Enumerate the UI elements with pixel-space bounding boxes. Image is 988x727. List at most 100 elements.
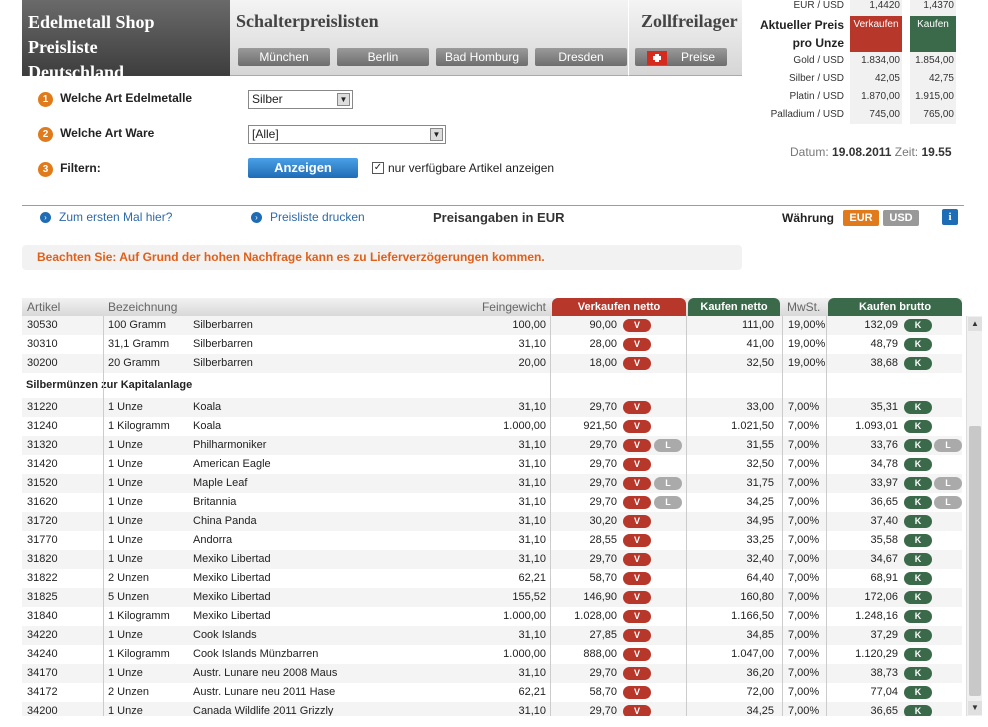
fine-weight: 1.000,00 [503,420,546,432]
buy-k-button[interactable]: K [904,515,932,528]
buy-k-button[interactable]: K [904,553,932,566]
buy-k-button[interactable]: K [904,357,932,370]
buy-price: 1.047,00 [731,648,774,660]
buy-k-button[interactable]: K [904,420,932,433]
buy-k-button[interactable]: K [904,610,932,623]
buy-k-button[interactable]: K [904,534,932,547]
sell-v-button[interactable]: V [623,401,651,414]
fine-weight: 20,00 [518,357,546,369]
city-button-bad-homburg[interactable]: Bad Homburg [436,48,528,66]
col-mwst[interactable]: MwSt. [787,300,820,314]
buy-k-button[interactable]: K [904,572,932,585]
product-type-select[interactable]: [Alle] ▼ [248,125,446,144]
sell-l-button[interactable]: L [654,496,682,509]
buy-k-button[interactable]: K [904,629,932,642]
currency-eur-button[interactable]: EUR [843,210,879,226]
buy-k-button[interactable]: K [904,496,932,509]
buy-l-button[interactable]: L [934,439,962,452]
product-type-value: [Alle] [252,127,279,141]
sell-v-button[interactable]: V [623,572,651,585]
sell-v-button[interactable]: V [623,686,651,699]
buy-price: 32,50 [746,357,774,369]
col-verkaufen-netto[interactable]: Verkaufen netto [552,298,686,316]
sell-v-button[interactable]: V [623,648,651,661]
weight-unit: 1 Unze [108,629,143,641]
sell-v-button[interactable]: V [623,667,651,680]
sell-v-button[interactable]: V [623,319,651,332]
sell-l-button[interactable]: L [654,477,682,490]
sell-v-button[interactable]: V [623,610,651,623]
article-number: 30530 [27,319,58,331]
sell-v-button[interactable]: V [623,338,651,351]
col-artikel[interactable]: Artikel [27,300,60,314]
scroll-thumb[interactable] [969,426,981,696]
sell-price: 29,70 [589,553,617,565]
sell-v-button[interactable]: V [623,591,651,604]
sell-v-button[interactable]: V [623,357,651,370]
col-bezeichnung[interactable]: Bezeichnung [108,300,177,314]
metal-label-gold: Gold / USD [793,55,844,66]
price-table-body: 30530 100 Gramm Silberbarren 100,00 90,00 111… [22,316,962,716]
sell-v-button[interactable]: V [623,515,651,528]
sell-v-button[interactable]: V [623,705,651,716]
info-icon[interactable]: i [942,209,958,225]
metal-label-silber: Silber / USD [788,73,844,84]
buy-gross-price: 1.120,29 [855,648,898,660]
currency-usd-button[interactable]: USD [883,210,919,226]
buy-k-button[interactable]: K [904,401,932,414]
buy-k-button[interactable]: K [904,319,932,332]
article-number: 30310 [27,338,58,350]
weight-unit: 20 Gramm [108,357,160,369]
sell-price: 29,70 [589,667,617,679]
metal-buy-platin: 1.915,00 [915,91,954,102]
metal-type-select[interactable]: Silber ▼ [248,90,353,109]
buy-k-button[interactable]: K [904,477,932,490]
first-time-link[interactable]: › Zum ersten Mal hier? [40,210,172,224]
preise-button[interactable]: Preise [635,48,727,66]
table-row: 31822 2 Unzen Mexiko Libertad 62,21 58,70 64,… [22,569,962,588]
sell-price: 1.028,00 [574,610,617,622]
buy-k-button[interactable]: K [904,439,932,452]
col-kaufen-netto[interactable]: Kaufen netto [688,298,780,316]
buy-gross-price: 37,29 [870,629,898,641]
buy-k-button[interactable]: K [904,591,932,604]
city-button-muenchen[interactable]: München [238,48,330,66]
table-scrollbar[interactable]: ▲ ▼ [966,316,982,716]
vat-rate: 7,00% [788,686,820,698]
vat-rate: 7,00% [788,629,820,641]
print-link[interactable]: › Preisliste drucken [251,210,365,224]
sell-v-button[interactable]: V [623,534,651,547]
buy-k-button[interactable]: K [904,338,932,351]
buy-l-button[interactable]: L [934,496,962,509]
sell-v-button[interactable]: V [623,477,651,490]
buy-k-button[interactable]: K [904,667,932,680]
weight-unit: 2 Unzen [108,686,149,698]
city-button-berlin[interactable]: Berlin [337,48,429,66]
col-kaufen-brutto[interactable]: Kaufen brutto [828,298,962,316]
col-feingewicht[interactable]: Feingewicht [462,300,546,314]
fine-weight: 31,10 [518,534,546,546]
sell-l-button[interactable]: L [654,439,682,452]
buy-k-button[interactable]: K [904,705,932,716]
sell-v-button[interactable]: V [623,458,651,471]
buy-k-button[interactable]: K [904,648,932,661]
buy-price: 34,25 [746,496,774,508]
sell-v-button[interactable]: V [623,439,651,452]
sell-v-button[interactable]: V [623,629,651,642]
buy-k-button[interactable]: K [904,458,932,471]
available-only-checkbox[interactable]: ✓ [372,162,384,174]
buy-price: 32,50 [746,458,774,470]
show-button[interactable]: Anzeigen [248,158,358,178]
sell-v-button[interactable]: V [623,553,651,566]
scroll-up-icon[interactable]: ▲ [968,317,982,331]
product-name: Philharmoniker [193,439,267,451]
sell-price: 90,00 [589,319,617,331]
buy-price: 160,80 [740,591,774,603]
scroll-down-icon[interactable]: ▼ [968,701,982,715]
sell-v-button[interactable]: V [623,496,651,509]
buy-l-button[interactable]: L [934,477,962,490]
city-button-dresden[interactable]: Dresden [535,48,627,66]
sell-v-button[interactable]: V [623,420,651,433]
buy-k-button[interactable]: K [904,686,932,699]
table-row: 34200 1 Unze Canada Wildlife 2011 Grizzly 3… [22,702,962,716]
